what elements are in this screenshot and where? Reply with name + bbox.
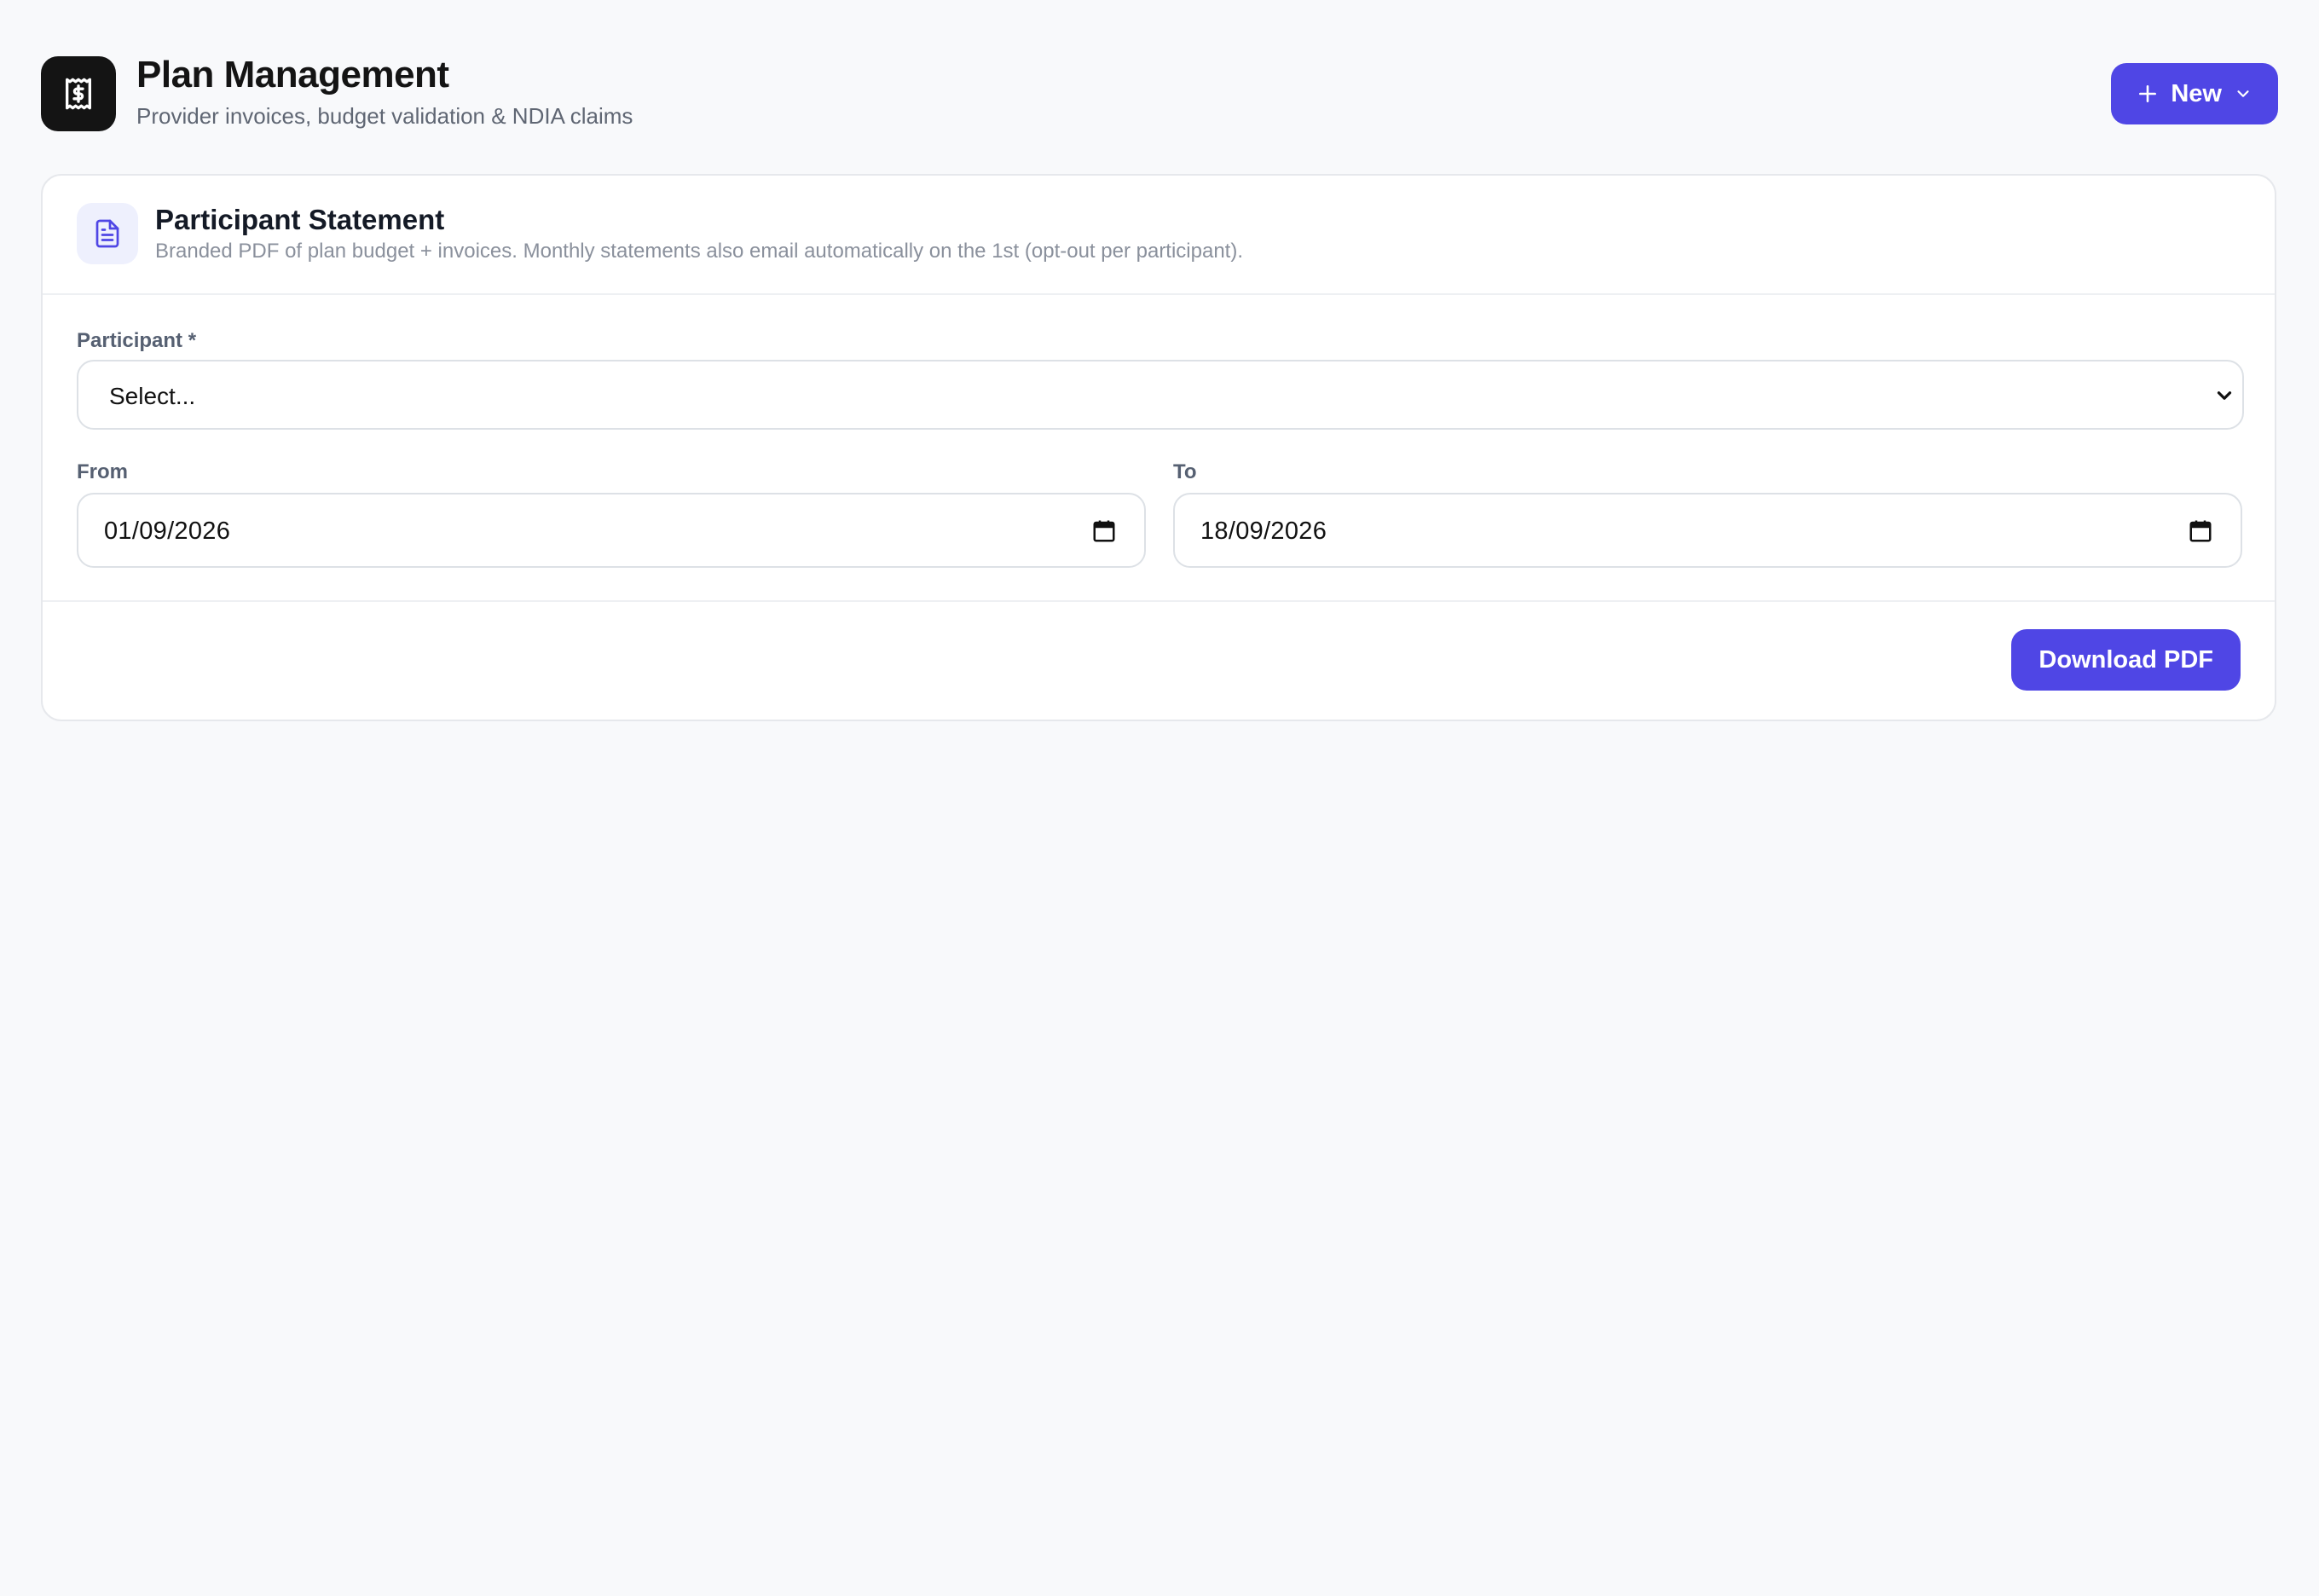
calendar-icon[interactable] <box>1091 518 1117 544</box>
chevron-down-icon <box>2217 391 2232 400</box>
page-subtitle: Provider invoices, budget validation & N… <box>136 103 633 129</box>
chevron-down-icon <box>2237 90 2249 97</box>
calendar-icon[interactable] <box>2188 518 2213 544</box>
page-header: Plan Management Provider invoices, budge… <box>41 53 2278 135</box>
page: Plan Management Provider invoices, budge… <box>41 53 2278 721</box>
card-title: Participant Statement <box>155 204 445 235</box>
plus-icon <box>2139 85 2157 102</box>
download-pdf-button[interactable]: Download PDF <box>2011 629 2241 691</box>
from-date-value: 01/09/2026 <box>104 518 231 545</box>
card-description: Branded PDF of plan budget + invoices. M… <box>155 240 1244 263</box>
participant-select-value: Select... <box>109 383 196 409</box>
from-date-input[interactable]: 01/09/2026 <box>77 493 1146 568</box>
from-label: From <box>77 460 128 483</box>
participant-label: Participant * <box>77 329 197 352</box>
to-date-value: 18/09/2026 <box>1200 518 1327 545</box>
new-button[interactable]: New <box>2111 63 2278 124</box>
to-date-input[interactable]: 18/09/2026 <box>1173 493 2242 568</box>
document-icon <box>95 219 119 248</box>
app-logo <box>41 56 116 131</box>
to-label: To <box>1173 460 1197 483</box>
participant-statement-card: Participant Statement Branded PDF of pla… <box>41 174 2276 721</box>
dollar-receipt-icon <box>66 78 92 110</box>
participant-select[interactable]: Select... <box>77 360 2244 430</box>
card-icon-badge <box>77 203 138 264</box>
card-header: Participant Statement Branded PDF of pla… <box>43 176 2275 295</box>
new-button-label: New <box>2171 79 2222 107</box>
page-title: Plan Management <box>136 54 449 95</box>
card-footer: Download PDF <box>43 600 2275 720</box>
